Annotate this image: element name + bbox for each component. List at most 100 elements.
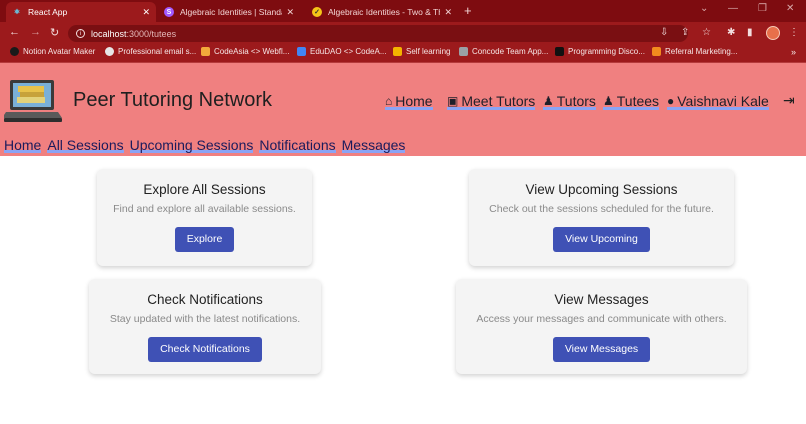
brand-title: Peer Tutoring Network <box>73 89 272 111</box>
close-icon[interactable]: ✕ <box>444 7 452 18</box>
card-title: Check Notifications <box>147 292 263 307</box>
bookmark-label: Referral Marketing... <box>665 47 738 56</box>
url-host: localhost <box>91 28 127 39</box>
back-icon[interactable]: ← <box>9 26 20 38</box>
close-icon[interactable]: ✕ <box>142 7 150 18</box>
bookmark-label: Self learning <box>406 47 451 56</box>
app-header: Peer Tutoring Network ⌂ Home ▣ Meet Tutors… <box>0 63 806 156</box>
profile-avatar[interactable] <box>766 26 780 40</box>
card-upcoming-sessions: View Upcoming Sessions Check out the ses… <box>469 169 734 266</box>
card-title: View Messages <box>554 292 649 307</box>
bookmark-label: CodeAsia <> Webfl... <box>214 47 290 56</box>
url-path: :3000/tutees <box>126 28 177 39</box>
new-tab-icon[interactable]: + <box>464 3 472 18</box>
bookmark-label: Notion Avatar Maker <box>23 47 96 56</box>
bookmarks-overflow-button[interactable]: » <box>791 47 796 57</box>
card-title: Explore All Sessions <box>143 182 266 197</box>
view-upcoming-button[interactable]: View Upcoming <box>553 227 650 252</box>
nav-link-meet-tutors[interactable]: ▣ Meet Tutors <box>447 93 535 110</box>
bookmark-favicon <box>10 47 19 56</box>
tab-title: React App <box>28 7 68 17</box>
bookmark-referral-marketing[interactable]: Referral Marketing... <box>652 47 737 56</box>
card-explore-sessions: Explore All Sessions Find and explore al… <box>97 169 312 266</box>
browser-tab-strip: ⚛ React App ✕ S Algebraic Identities | S… <box>0 0 806 22</box>
bookmark-label: Professional email s... <box>118 47 197 56</box>
bookmark-label: EduDAO <> CodeA... <box>310 47 387 56</box>
standard-icon: S <box>164 7 174 17</box>
tab-algebraic-identities-two-three[interactable]: ✓ Algebraic Identities - Two & Thre ✕ <box>306 2 458 22</box>
card-messages: View Messages Access your messages and c… <box>456 279 747 374</box>
bookmark-favicon <box>652 47 661 56</box>
reload-icon[interactable]: ↻ <box>50 26 59 39</box>
chevron-down-icon[interactable]: ⌄ <box>700 3 708 14</box>
user-icon: ● <box>667 94 675 108</box>
nav-label: Home <box>395 93 433 109</box>
nav-label: Tutees <box>616 93 660 109</box>
nav-link-tutees[interactable]: ♟ Tutees <box>603 93 659 110</box>
url-bar[interactable]: i localhost:3000/tutees <box>68 25 688 42</box>
install-app-icon[interactable]: ⇩ <box>660 27 668 38</box>
bookmark-label: Programming Disco... <box>568 47 645 56</box>
info-icon[interactable]: i <box>76 29 85 38</box>
share-icon[interactable]: ⇪ <box>681 27 689 38</box>
bookmark-codeasia-webflow[interactable]: CodeAsia <> Webfl... <box>201 47 289 56</box>
side-panel-icon[interactable]: ▮ <box>747 27 753 38</box>
home-icon: ⌂ <box>385 94 393 108</box>
subnav-messages[interactable]: Messages <box>342 137 406 153</box>
close-icon[interactable]: ✕ <box>286 7 294 18</box>
bookmark-self-learning[interactable]: Self learning <box>393 47 450 56</box>
menu-kebab-icon[interactable]: ⋮ <box>789 27 799 38</box>
subnav-notifications[interactable]: Notifications <box>259 137 335 153</box>
address-toolbar: ← → ↻ i localhost:3000/tutees ⇩ ⇪ ☆ ✱ ▮ … <box>0 22 806 44</box>
nav-label: Meet Tutors <box>461 93 536 109</box>
tab-react-app[interactable]: ⚛ React App ✕ <box>6 2 156 22</box>
nav-label: Vaishnavi Kale <box>677 93 769 109</box>
bookmark-favicon <box>201 47 210 56</box>
bookmark-professional-email[interactable]: Professional email s... <box>105 47 196 56</box>
bookmark-favicon <box>459 47 468 56</box>
tab-title: Algebraic Identities - Two & Thre <box>328 7 441 17</box>
card-description: Find and explore all available sessions. <box>113 203 296 215</box>
card-description: Access your messages and communicate wit… <box>476 313 727 325</box>
card-description: Stay updated with the latest notificatio… <box>109 313 301 325</box>
subnav-upcoming-sessions[interactable]: Upcoming Sessions <box>130 137 254 153</box>
react-icon: ⚛ <box>13 9 21 16</box>
card-notifications: Check Notifications Stay updated with th… <box>89 279 321 374</box>
restore-icon[interactable]: ❐ <box>758 3 767 14</box>
nav-link-home[interactable]: ⌂ Home <box>385 93 433 110</box>
nav-label: Tutors <box>556 93 596 109</box>
bookmark-programming-discord[interactable]: Programming Disco... <box>555 47 645 56</box>
bookmark-favicon <box>393 47 402 56</box>
view-messages-button[interactable]: View Messages <box>552 337 651 362</box>
bookmarks-bar: Notion Avatar Maker Professional email s… <box>0 44 806 63</box>
explore-button[interactable]: Explore <box>174 227 235 252</box>
sub-navigation: Home All Sessions Upcoming Sessions Noti… <box>4 137 405 153</box>
graduate-icon: ♟ <box>543 94 554 108</box>
extensions-icon[interactable]: ✱ <box>727 27 735 38</box>
check-notifications-button[interactable]: Check Notifications <box>148 337 262 362</box>
subnav-home[interactable]: Home <box>4 137 41 153</box>
people-icon: ▣ <box>447 94 459 108</box>
tab-title: Algebraic Identities | Standard Al <box>180 7 282 17</box>
bookmark-favicon <box>555 47 564 56</box>
card-description: Check out the sessions scheduled for the… <box>489 203 714 215</box>
laptop-books-logo <box>4 80 62 122</box>
bookmark-favicon <box>105 47 114 56</box>
bookmark-favicon <box>297 47 306 56</box>
card-title: View Upcoming Sessions <box>525 182 678 197</box>
subnav-all-sessions[interactable]: All Sessions <box>47 137 123 153</box>
bookmark-concode-team-app[interactable]: Concode Team App... <box>459 47 548 56</box>
bookmark-edudao-codeasia[interactable]: EduDAO <> CodeA... <box>297 47 387 56</box>
window-close-icon[interactable]: ✕ <box>786 3 794 14</box>
graduate-icon: ♟ <box>603 94 614 108</box>
bookmark-label: Concode Team App... <box>472 47 549 56</box>
minimize-icon[interactable]: — <box>728 3 738 14</box>
tab-algebraic-identities-standard[interactable]: S Algebraic Identities | Standard Al ✕ <box>158 2 300 22</box>
chrome-ext-icon: ✓ <box>312 7 322 17</box>
bookmark-star-icon[interactable]: ☆ <box>702 27 711 38</box>
nav-link-tutors[interactable]: ♟ Tutors <box>543 93 596 110</box>
logout-icon[interactable]: ⇥ <box>783 92 795 109</box>
nav-link-profile[interactable]: ● Vaishnavi Kale <box>667 93 769 110</box>
bookmark-notion-avatar-maker[interactable]: Notion Avatar Maker <box>10 47 95 56</box>
forward-icon[interactable]: → <box>30 26 41 38</box>
